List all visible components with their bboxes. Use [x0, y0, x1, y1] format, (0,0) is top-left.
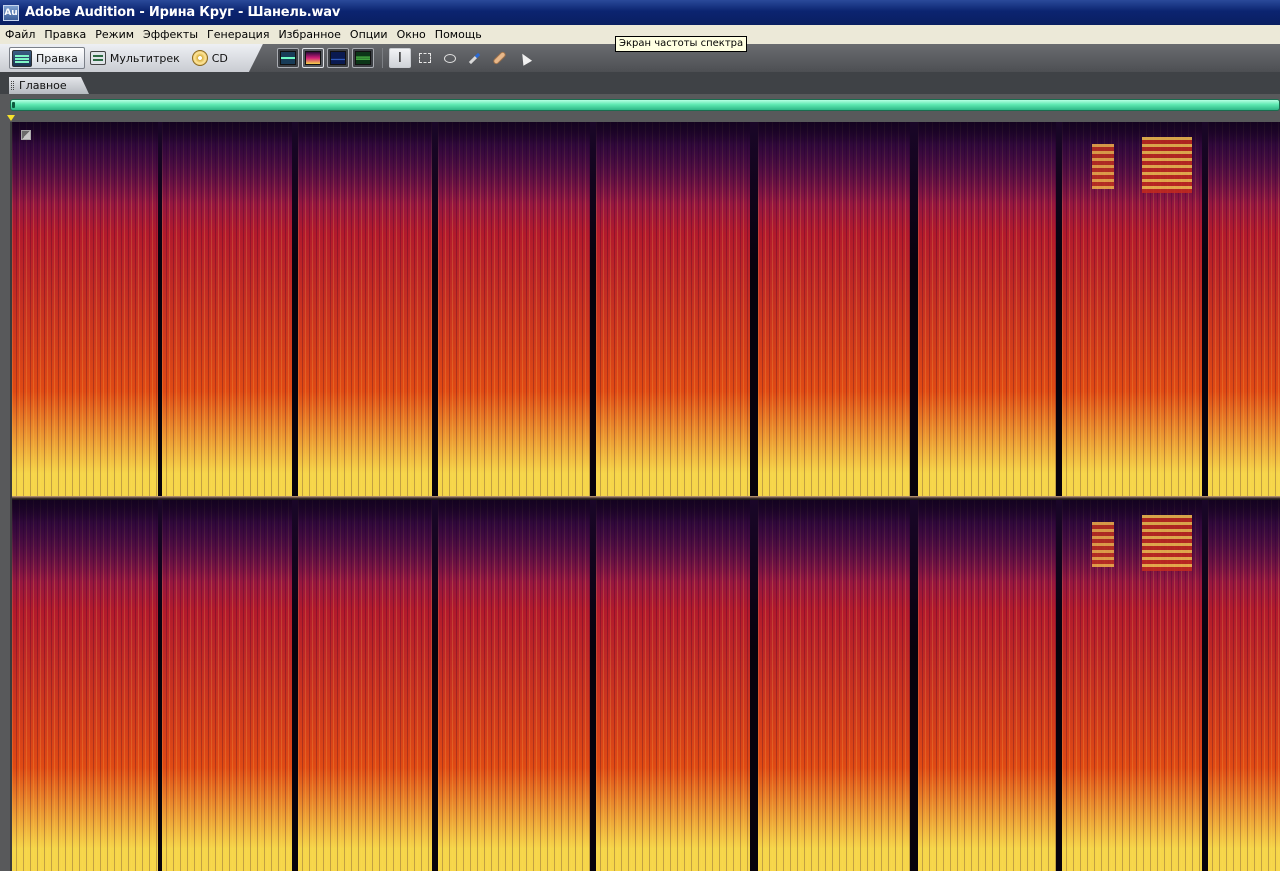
spectral-haze: [162, 122, 292, 204]
spectral-pitch-icon: [354, 51, 371, 65]
tab-main[interactable]: Главное: [9, 77, 89, 94]
scrub-pointer-icon: [517, 50, 532, 66]
spot-healing-tool-button[interactable]: [489, 48, 511, 68]
multitrack-icon: [90, 51, 106, 65]
spectral-haze: [298, 122, 432, 204]
silence-gap: [750, 122, 758, 496]
text-cursor-icon: I: [397, 50, 402, 66]
right-channel-spectrogram[interactable]: [12, 500, 1280, 871]
silence-gap: [1202, 122, 1208, 496]
harmonic-band: [1092, 522, 1114, 567]
menu-edit[interactable]: Правка: [40, 26, 91, 43]
effects-paintbrush-tool-button[interactable]: [464, 48, 486, 68]
app-icon[interactable]: Au: [3, 4, 19, 21]
paintbrush-icon: [469, 52, 481, 64]
waveform-icon: [279, 51, 296, 65]
spectral-pan-icon: [329, 51, 346, 65]
scrub-tool-button[interactable]: [514, 48, 536, 68]
edit-workspace-label: Правка: [36, 51, 78, 65]
bandage-icon: [492, 50, 508, 66]
spectral-haze: [12, 122, 158, 204]
workspace-switcher: Правка Мультитрек CD: [0, 44, 263, 72]
tools-group: I: [388, 48, 539, 68]
menu-file[interactable]: Файл: [1, 26, 40, 43]
harmonic-band: [1092, 144, 1114, 189]
silence-gap: [158, 122, 162, 496]
cd-workspace-label: CD: [211, 51, 228, 65]
multitrack-workspace-button[interactable]: Мультитрек: [87, 47, 187, 69]
spectral-haze: [1208, 122, 1280, 204]
spectral-haze: [438, 500, 590, 582]
marquee-icon: [418, 53, 431, 63]
window-title: Adobe Audition - Ирина Круг - Шанель.wav: [25, 5, 341, 20]
menu-favorites[interactable]: Избранное: [274, 26, 345, 43]
silence-gap: [432, 122, 438, 496]
overview-range-handle[interactable]: [12, 102, 15, 108]
spectral-haze: [162, 500, 292, 582]
time-selection-tool-button[interactable]: I: [388, 48, 411, 68]
toolbar-separator: [381, 48, 383, 68]
cd-icon: [192, 50, 208, 66]
edit-workspace-button[interactable]: Правка: [9, 47, 85, 69]
menu-help[interactable]: Помощь: [431, 26, 487, 43]
silence-gap: [1056, 122, 1062, 496]
silence-gap: [590, 500, 596, 871]
waveform-display-button[interactable]: [276, 48, 299, 68]
spectral-haze: [918, 500, 1056, 582]
zoom-overview-bar[interactable]: [10, 99, 1280, 111]
spectral-haze: [596, 500, 750, 582]
panel-tab-row: Главное: [0, 72, 1280, 94]
menu-generate[interactable]: Генерация: [203, 26, 274, 43]
cd-workspace-button[interactable]: CD: [189, 47, 235, 69]
spectral-haze: [758, 122, 910, 204]
silence-gap: [432, 500, 438, 871]
silence-gap: [292, 500, 298, 871]
silence-gap: [590, 122, 596, 496]
spectral-pan-display-button[interactable]: [326, 48, 349, 68]
harmonic-band: [1142, 137, 1192, 193]
lasso-icon: [443, 53, 456, 63]
silence-gap: [750, 500, 758, 871]
silence-gap: [158, 500, 162, 871]
silence-gap: [910, 500, 918, 871]
spectral-haze: [918, 122, 1056, 204]
editor-panel: [0, 94, 1280, 871]
display-mode-group: [276, 48, 377, 68]
menu-effects[interactable]: Эффекты: [139, 26, 203, 43]
playhead-start-marker-icon[interactable]: [7, 115, 15, 121]
spectral-haze: [298, 500, 432, 582]
silence-gap: [1056, 500, 1062, 871]
marquee-selection-tool-button[interactable]: [414, 48, 436, 68]
menu-view[interactable]: Режим: [91, 26, 139, 43]
silence-gap: [292, 122, 298, 496]
title-bar: Au Adobe Audition - Ирина Круг - Шанель.…: [0, 0, 1280, 25]
spectral-pitch-display-button[interactable]: [351, 48, 374, 68]
harmonic-band: [1142, 515, 1192, 571]
spectral-haze: [758, 500, 910, 582]
spectral-haze: [12, 500, 158, 582]
spectral-frequency-display[interactable]: [10, 122, 1280, 871]
zoom-corner-icon[interactable]: [21, 130, 31, 140]
spectral-frequency-icon: [304, 51, 321, 65]
spectral-haze: [438, 122, 590, 204]
menu-window[interactable]: Окно: [393, 26, 431, 43]
left-channel-spectrogram[interactable]: [12, 122, 1280, 496]
spectral-frequency-display-button[interactable]: [301, 48, 324, 68]
silence-gap: [910, 122, 918, 496]
lasso-selection-tool-button[interactable]: [439, 48, 461, 68]
silence-gap: [1202, 500, 1208, 871]
multitrack-workspace-label: Мультитрек: [109, 51, 180, 65]
tab-grip-icon[interactable]: [11, 81, 14, 90]
tab-main-label: Главное: [19, 79, 67, 92]
tooltip: Экран частоты спектра: [615, 36, 748, 52]
waveform-edit-icon: [12, 50, 32, 67]
spectral-haze: [596, 122, 750, 204]
spectral-haze: [1208, 500, 1280, 582]
menu-options[interactable]: Опции: [346, 26, 393, 43]
